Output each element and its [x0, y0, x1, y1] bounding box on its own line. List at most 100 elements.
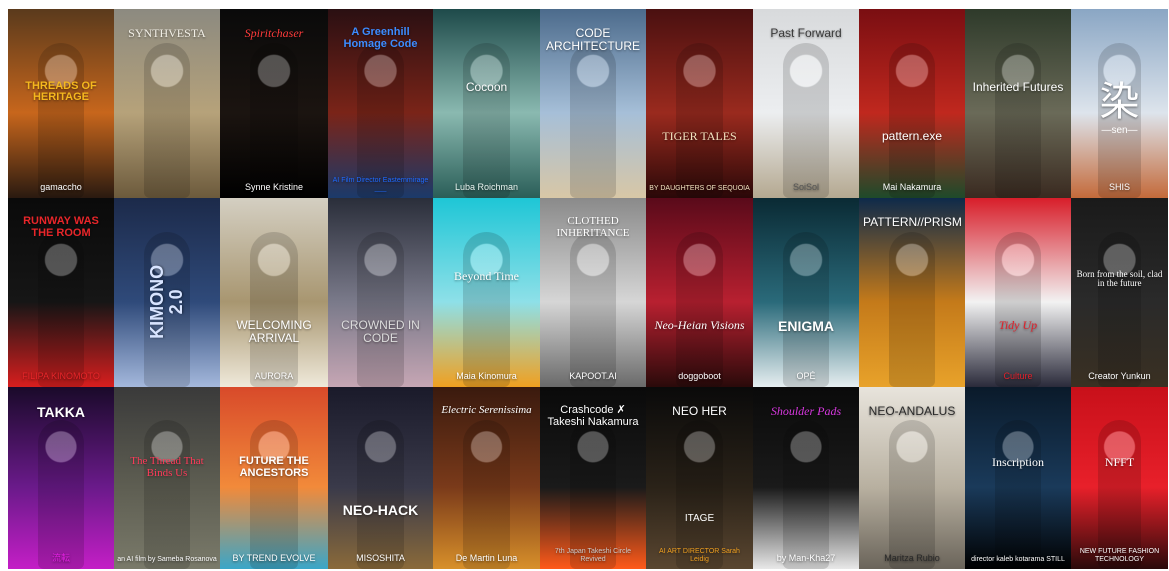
poster-tile-r3c8[interactable]: Shoulder Pads by Man-Kha27	[753, 387, 859, 569]
poster-tile-r3c9[interactable]: NEO-ANDALUS Maritza Rubio	[859, 387, 965, 569]
poster-tile-r1c11[interactable]: 染 —sen— SHIS	[1071, 9, 1168, 198]
poster-figure-image	[1098, 419, 1141, 569]
poster-credit: BY TREND EVOLVE	[232, 552, 316, 563]
poster-tile-r2c9[interactable]: PATTERN//PRISM	[859, 198, 965, 387]
poster-title: A Greenhill Homage Code	[343, 26, 418, 50]
poster-figure-image	[462, 232, 511, 387]
poster-title: THREADS OF HERITAGE	[25, 79, 97, 104]
poster-tile-r1c7[interactable]: TIGER TALES BY DAUGHTERS OF SEQUOIA	[646, 9, 753, 198]
poster-credit: an AI film by Sameba Rosanova	[117, 555, 217, 563]
poster-figure-image	[675, 232, 724, 387]
poster-title: CLOTHED INHERITANCE	[556, 215, 630, 239]
poster-title: pattern.exe	[881, 128, 943, 143]
poster-figure-image	[1098, 232, 1141, 387]
poster-figure-image	[994, 43, 1042, 198]
poster-gallery-grid: THREADS OF HERITAGE gamaccho SYNTHVESTA Spi…	[8, 9, 1168, 569]
poster-title: Cocoon	[465, 79, 508, 94]
poster-figure-image	[888, 419, 936, 569]
poster-title: Beyond Time	[453, 268, 519, 283]
poster-credit: AI Film Director Easternmirage ___	[332, 177, 429, 192]
poster-credit: gamaccho	[40, 181, 82, 192]
poster-figure-image	[782, 43, 830, 198]
poster-tile-r2c6[interactable]: CLOTHED INHERITANCE KAPOOT.AI	[540, 198, 646, 387]
poster-title: PATTERN//PRISM	[863, 215, 962, 229]
poster-tile-r3c11[interactable]: NFFT NEW FUTURE FASHION TECHNOLOGY	[1071, 387, 1168, 569]
poster-tile-r1c4[interactable]: A Greenhill Homage Code AI Film Director …	[328, 9, 433, 198]
poster-figure-image	[250, 419, 298, 569]
poster-credit: director kaleb kotarama STILL	[971, 555, 1065, 563]
poster-figure-image	[569, 43, 617, 198]
poster-title: 染	[1099, 79, 1140, 124]
poster-credit: AI ART DIRECTOR Sarah Leidig	[659, 548, 740, 563]
poster-title: CODE ARCHITECTURE	[545, 26, 640, 53]
poster-title: Crashcode ✗ Takeshi Nakamura	[547, 404, 639, 428]
poster-title: Past Forward	[770, 26, 842, 40]
poster-tile-r1c9[interactable]: pattern.exe Mai Nakamura	[859, 9, 965, 198]
poster-title: TIGER TALES	[662, 128, 737, 143]
poster-tile-r2c8[interactable]: ENIGMA OPÉ	[753, 198, 859, 387]
poster-credit: Creator Yunkun	[1088, 370, 1151, 381]
poster-credit: KAPOOT.AI	[569, 370, 617, 381]
poster-title: RUNWAY WAS THE ROOM	[23, 215, 99, 239]
poster-tile-r3c1[interactable]: TAKKA 流転	[8, 387, 114, 569]
poster-figure-image	[569, 419, 617, 569]
poster-credit: Mai Nakamura	[882, 181, 942, 192]
poster-credit: Culture	[1003, 370, 1033, 381]
poster-figure-image	[782, 232, 830, 387]
poster-tile-r1c10[interactable]: Inherited Futures	[965, 9, 1071, 198]
poster-figure-image	[569, 232, 617, 387]
poster-figure-image	[357, 43, 404, 198]
poster-figure-image	[37, 419, 85, 569]
poster-tile-r2c3[interactable]: WELCOMING ARRIVAL AURORA	[220, 198, 328, 387]
poster-credit: SHIS	[1108, 181, 1130, 192]
poster-tile-r1c6[interactable]: CODE ARCHITECTURE	[540, 9, 646, 198]
poster-credit: De Martin Luna	[455, 552, 518, 563]
poster-tile-r1c2[interactable]: SYNTHVESTA	[114, 9, 220, 198]
poster-credit: 流転	[51, 552, 70, 563]
poster-title: Neo-Heian Visions	[654, 317, 745, 332]
poster-tile-r1c5[interactable]: Cocoon Luba Roichman	[433, 9, 540, 198]
poster-tile-r1c1[interactable]: THREADS OF HERITAGE gamaccho	[8, 9, 114, 198]
poster-tile-r2c2[interactable]: KIMONO 2.0	[114, 198, 220, 387]
poster-figure-image	[994, 419, 1042, 569]
poster-figure-image	[143, 419, 191, 569]
poster-tile-r2c11[interactable]: Born from the soil, clad in the future Cr…	[1071, 198, 1168, 387]
poster-figure-image	[675, 43, 724, 198]
poster-tile-r3c2[interactable]: The Thread That Binds Us an AI film by Sa…	[114, 387, 220, 569]
poster-credit: AURORA	[254, 370, 294, 381]
poster-tile-r1c8[interactable]: Past Forward SoiSol	[753, 9, 859, 198]
poster-tile-r3c3[interactable]: FUTURE THE ANCESTORS BY TREND EVOLVE	[220, 387, 328, 569]
poster-figure-image	[37, 232, 85, 387]
poster-title: The Thread That Binds Us	[130, 455, 204, 479]
poster-tile-r2c7[interactable]: Neo-Heian Visions doggoboot	[646, 198, 753, 387]
poster-title: KIMONO 2.0	[147, 264, 186, 339]
poster-figure-image	[994, 232, 1042, 387]
poster-title: NEO-HACK	[342, 502, 419, 519]
poster-credit: doggoboot	[678, 370, 721, 381]
poster-title: CROWNED IN CODE	[341, 317, 420, 345]
poster-figure-image	[462, 419, 511, 569]
poster-title: NEO HER	[672, 404, 727, 418]
poster-title: Electric Serenissima	[441, 404, 532, 416]
poster-tile-r2c5[interactable]: Beyond Time Maia Kinomura	[433, 198, 540, 387]
poster-credit: MISOSHITA	[356, 552, 405, 563]
poster-figure-image	[250, 232, 298, 387]
poster-tile-r2c10[interactable]: Tidy Up Culture	[965, 198, 1071, 387]
poster-tile-r3c4[interactable]: NEO-HACK MISOSHITA	[328, 387, 433, 569]
poster-figure-image	[357, 232, 404, 387]
poster-credit: BY DAUGHTERS OF SEQUOIA	[649, 184, 750, 192]
poster-credit: NEW FUTURE FASHION TECHNOLOGY	[1079, 548, 1160, 563]
poster-title: ENIGMA	[778, 317, 834, 334]
poster-credit: SoiSol	[792, 181, 819, 192]
poster-tile-r3c5[interactable]: Electric Serenissima De Martin Luna	[433, 387, 540, 569]
poster-tile-r3c7[interactable]: NEO HER ITAGE AI ART DIRECTOR Sarah Leidig	[646, 387, 753, 569]
poster-tile-r3c6[interactable]: Crashcode ✗ Takeshi Nakamura 7th Japan Ta…	[540, 387, 646, 569]
poster-credit: 7th Japan Takeshi Circle Revived	[554, 548, 632, 563]
poster-figure-image	[37, 43, 85, 198]
poster-credit: Maia Kinomura	[456, 370, 517, 381]
poster-tile-r1c3[interactable]: Spiritchaser Synne Kristine	[220, 9, 328, 198]
poster-credit: FILIPA KINOMOTO	[22, 370, 100, 381]
poster-tile-r2c1[interactable]: RUNWAY WAS THE ROOM FILIPA KINOMOTO	[8, 198, 114, 387]
poster-tile-r3c10[interactable]: Inscription director kaleb kotarama STILL	[965, 387, 1071, 569]
poster-tile-r2c4[interactable]: CROWNED IN CODE	[328, 198, 433, 387]
